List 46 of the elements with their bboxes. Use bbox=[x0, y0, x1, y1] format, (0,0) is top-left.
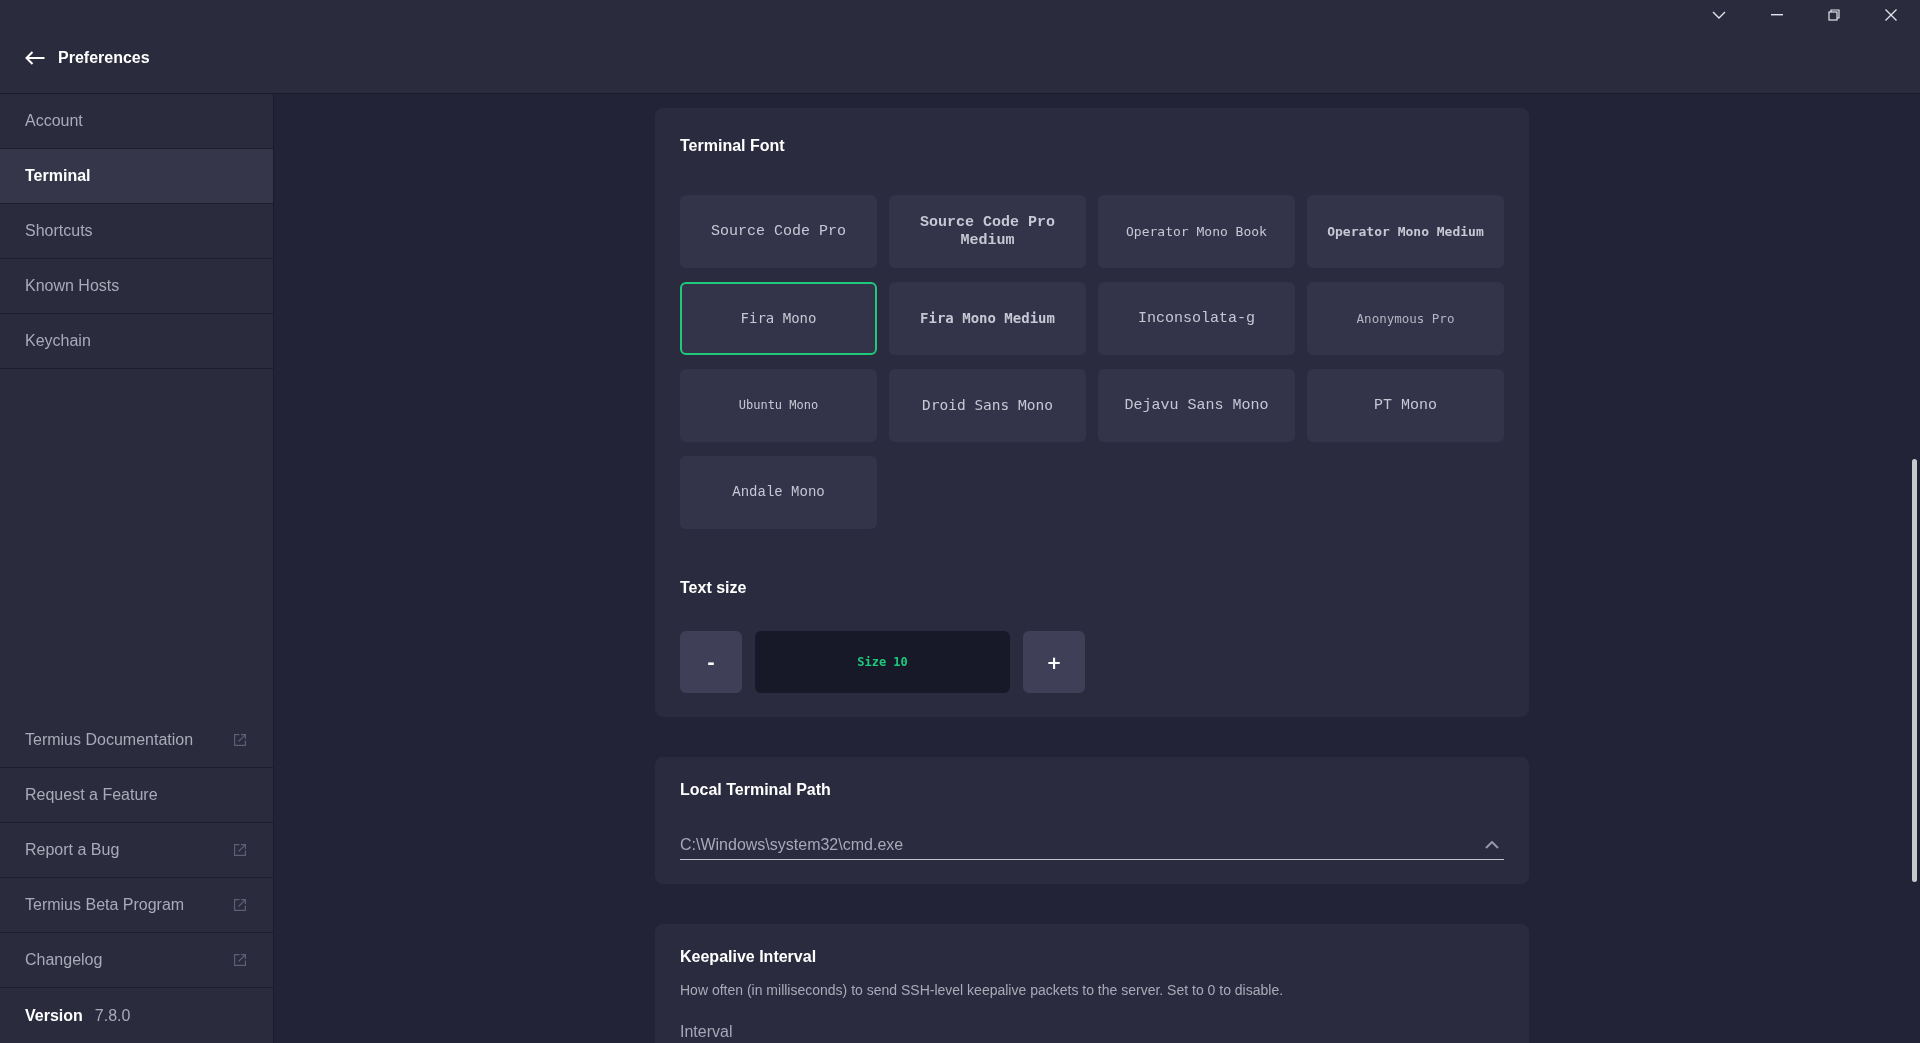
size-display: Size 10 bbox=[755, 631, 1010, 693]
font-option[interactable]: Source Code Pro Medium bbox=[889, 195, 1086, 268]
scrollbar-thumb[interactable] bbox=[1912, 459, 1917, 882]
restore-icon[interactable] bbox=[1828, 9, 1840, 21]
font-option[interactable]: Ubuntu Mono bbox=[680, 369, 877, 442]
version-number: 7.8.0 bbox=[94, 1006, 131, 1025]
section-title: Text size bbox=[680, 578, 748, 598]
section-title: Terminal Font bbox=[680, 136, 786, 156]
minimize-icon[interactable] bbox=[1771, 14, 1783, 16]
font-option[interactable]: Dejavu Sans Mono bbox=[1098, 369, 1295, 442]
page-title: Preferences bbox=[58, 49, 150, 67]
close-icon[interactable] bbox=[1885, 9, 1897, 21]
sidebar-item[interactable]: Keychain bbox=[0, 314, 273, 369]
font-option[interactable]: Operator Mono Book bbox=[1098, 195, 1295, 268]
external-link-icon bbox=[234, 734, 246, 746]
chevron-down-icon[interactable] bbox=[1712, 11, 1726, 19]
font-option[interactable]: Operator Mono Medium bbox=[1307, 195, 1504, 268]
chevron-up-icon bbox=[1485, 840, 1499, 849]
section-title: Local Terminal Path bbox=[680, 780, 832, 800]
sidebar-link[interactable]: Report a Bug bbox=[0, 823, 273, 878]
font-option[interactable]: Droid Sans Mono bbox=[889, 369, 1086, 442]
path-dropdown[interactable]: C:\Windows\system32\cmd.exe bbox=[680, 830, 1504, 860]
font-option[interactable]: PT Mono bbox=[1307, 369, 1504, 442]
sidebar-link[interactable]: Request a Feature bbox=[0, 768, 273, 823]
font-option[interactable]: Anonymous Pro bbox=[1307, 282, 1504, 355]
section-description: How often (in milliseconds) to send SSH-level keepalive packets to the server. Set to 0 to disable. bbox=[680, 981, 1285, 999]
section-title: Keepalive Interval bbox=[680, 947, 818, 967]
field-label: Interval bbox=[680, 1023, 734, 1040]
font-option[interactable]: Fira Mono Medium bbox=[889, 282, 1086, 355]
sidebar-link[interactable]: Termius Beta Program bbox=[0, 878, 273, 933]
font-option[interactable]: Fira Mono bbox=[680, 282, 877, 355]
sidebar-item[interactable]: Shortcuts bbox=[0, 204, 273, 259]
back-arrow-icon[interactable] bbox=[25, 51, 45, 65]
font-option[interactable]: Andale Mono bbox=[680, 456, 877, 529]
increase-button[interactable]: + bbox=[1023, 631, 1085, 693]
sidebar-item[interactable]: Terminal bbox=[0, 149, 273, 204]
font-option[interactable]: Source Code Pro bbox=[680, 195, 877, 268]
external-link-icon bbox=[234, 954, 246, 966]
external-link-icon bbox=[234, 844, 246, 856]
font-option[interactable]: Inconsolata-g bbox=[1098, 282, 1295, 355]
sidebar-link[interactable]: Termius Documentation bbox=[0, 713, 273, 768]
version-label: Version bbox=[25, 1006, 83, 1025]
decrease-button[interactable]: - bbox=[680, 631, 742, 693]
sidebar-link[interactable]: Changelog bbox=[0, 933, 273, 988]
external-link-icon bbox=[234, 899, 246, 911]
sidebar-item[interactable]: Known Hosts bbox=[0, 259, 273, 314]
